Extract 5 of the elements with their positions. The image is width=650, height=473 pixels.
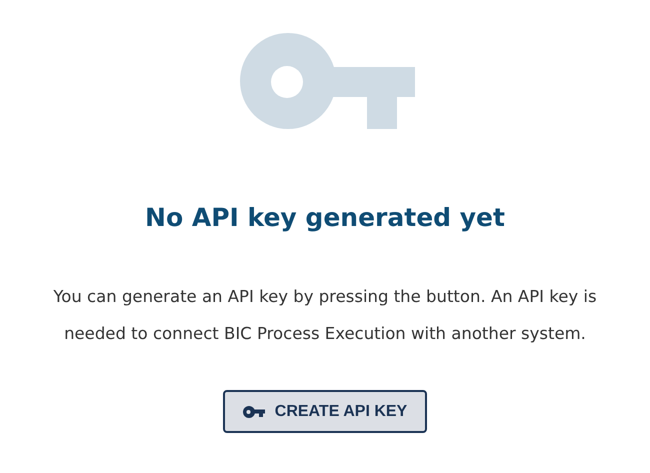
create-api-key-button[interactable]: CREATE API KEY <box>222 390 428 433</box>
empty-state-message: You can generate an API key by pressing the button. An API key is needed to connect BIC Process Execution with another system. <box>52 286 598 345</box>
key-icon <box>242 406 265 418</box>
key-icon <box>240 33 415 129</box>
empty-state-heading: No API key generated yet <box>145 203 505 233</box>
